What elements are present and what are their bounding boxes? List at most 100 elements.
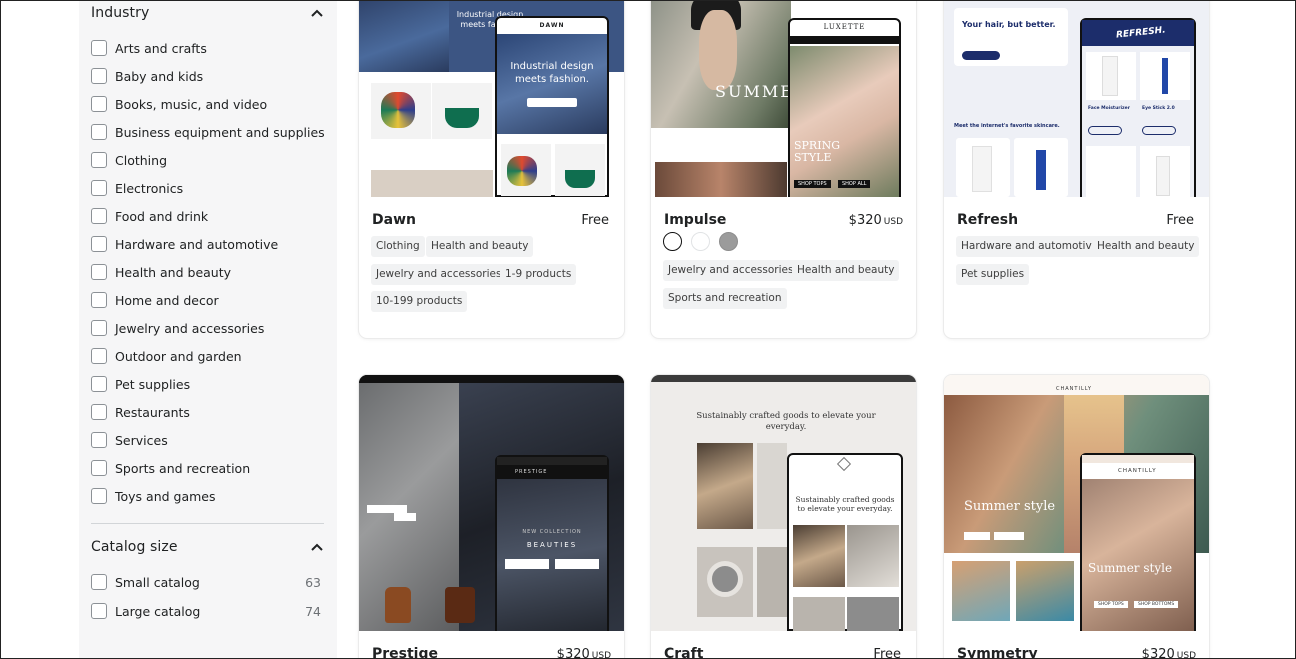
checkbox[interactable] — [91, 236, 107, 252]
catalog-size-filter: Catalog size Small catalog 63 Large cata… — [91, 534, 324, 619]
theme-preview-image[interactable]: Industrial design meets fashion. DAWN In… — [359, 0, 624, 197]
checkbox[interactable] — [91, 152, 107, 168]
industry-filter: Industry Arts and crafts Baby and kids Boo… — [91, 0, 325, 504]
theme-tag: Pet supplies — [956, 264, 1030, 285]
chevron-up-icon[interactable] — [310, 540, 324, 554]
filter-option-health-and-beauty[interactable]: Health and beauty — [91, 262, 324, 282]
theme-price: Free — [1166, 213, 1194, 228]
checkbox[interactable] — [91, 432, 107, 448]
theme-tag: Jewelry and accessories — [663, 260, 799, 281]
theme-name[interactable]: Symmetry — [957, 646, 1038, 659]
checkbox[interactable] — [91, 376, 107, 392]
theme-name[interactable]: Dawn — [372, 212, 416, 228]
preview-brand: DAWN — [539, 22, 565, 29]
color-swatch[interactable] — [719, 232, 738, 251]
filter-option-home-and-decor[interactable]: Home and decor — [91, 290, 324, 310]
checkbox[interactable] — [91, 460, 107, 476]
filter-option-clothing[interactable]: Clothing — [91, 150, 324, 170]
checkbox[interactable] — [91, 320, 107, 336]
filter-option-label: Baby and kids — [115, 68, 204, 84]
theme-card-dawn[interactable]: Industrial design meets fashion. DAWN In… — [359, 0, 624, 338]
checkbox[interactable] — [91, 68, 107, 84]
filter-option-label: Business equipment and supplies — [115, 124, 325, 140]
preview-brand: CHANTILLY — [1056, 386, 1092, 392]
theme-tag: Clothing — [371, 236, 425, 257]
filter-option-pet-supplies[interactable]: Pet supplies — [91, 374, 324, 394]
preview-brand: LUXETTE — [823, 23, 866, 31]
theme-tag: 10-199 products — [371, 291, 468, 312]
preview-product-name: Eye Stick 2.0 — [1142, 106, 1175, 111]
preview-headline: Sustainably crafted goods to elevate you… — [795, 495, 895, 513]
theme-preview-image[interactable]: Sustainably crafted goods to elevate you… — [651, 375, 916, 631]
checkbox[interactable] — [91, 574, 107, 590]
theme-card-impulse[interactable]: SUMMER LUXETTE SPRING STYLE SHOP TOPS SH… — [651, 0, 916, 338]
checkbox[interactable] — [91, 264, 107, 280]
filter-option-food-and-drink[interactable]: Food and drink — [91, 206, 324, 226]
filter-option-label: Outdoor and garden — [115, 348, 242, 364]
preview-button: SHOP ALL — [838, 180, 871, 188]
filter-option-large-catalog[interactable]: Large catalog 74 — [91, 601, 324, 621]
checkbox[interactable] — [91, 180, 107, 196]
preview-headline: BEAUTIES — [526, 541, 578, 549]
preview-headline: Summer style — [1088, 561, 1173, 575]
filter-option-business-equipment-and-supplies[interactable]: Business equipment and supplies — [91, 122, 325, 142]
filter-option-outdoor-and-garden[interactable]: Outdoor and garden — [91, 346, 324, 366]
catalog-size-filter-header[interactable]: Catalog size — [91, 534, 324, 560]
checkbox[interactable] — [91, 96, 107, 112]
filter-divider — [91, 523, 324, 524]
theme-name[interactable]: Refresh — [957, 212, 1018, 228]
theme-tag: Sports and recreation — [663, 288, 787, 309]
theme-preview-image[interactable]: CHANTILLY Summer style CHANTILLY Summer … — [944, 375, 1209, 631]
theme-card-prestige[interactable]: PRESTIGE NEW COLLECTION BEAUTIES Prestig… — [359, 375, 624, 659]
filter-option-label: Services — [115, 432, 168, 448]
filter-option-label: Health and beauty — [115, 264, 232, 280]
filter-option-sports-and-recreation[interactable]: Sports and recreation — [91, 458, 324, 478]
checkbox[interactable] — [91, 40, 107, 56]
chevron-up-icon[interactable] — [310, 6, 324, 20]
checkbox[interactable] — [91, 603, 107, 619]
checkbox[interactable] — [91, 348, 107, 364]
filter-option-label: Food and drink — [115, 208, 209, 224]
theme-price: $320 USD — [1141, 647, 1196, 659]
filter-option-jewelry-and-accessories[interactable]: Jewelry and accessories — [91, 318, 324, 338]
theme-card-refresh[interactable]: Your hair, but better. Meet the internet… — [944, 0, 1209, 338]
filter-option-hardware-and-automotive[interactable]: Hardware and automotive — [91, 234, 324, 254]
filter-option-toys-and-games[interactable]: Toys and games — [91, 486, 324, 506]
filter-option-label: Home and decor — [115, 292, 219, 308]
filter-option-count: 74 — [305, 603, 321, 619]
theme-preview-image[interactable]: SUMMER LUXETTE SPRING STYLE SHOP TOPS SH… — [651, 0, 916, 197]
theme-preview-image[interactable]: Your hair, but better. Meet the internet… — [944, 0, 1209, 197]
preview-headline: Industrial design meets fashion. — [510, 61, 594, 85]
preview-product-name: Face Moisturizer — [1088, 106, 1130, 111]
color-swatch-selected[interactable] — [663, 232, 682, 251]
filter-option-label: Books, music, and video — [115, 96, 268, 112]
filter-option-small-catalog[interactable]: Small catalog 63 — [91, 572, 324, 592]
theme-card-craft[interactable]: Sustainably crafted goods to elevate you… — [651, 375, 916, 659]
filter-sidebar: Industry Arts and crafts Baby and kids Boo… — [79, 0, 337, 659]
filter-option-count: 63 — [305, 574, 321, 590]
theme-preview-image[interactable]: PRESTIGE NEW COLLECTION BEAUTIES — [359, 375, 624, 631]
theme-price: $320 USD — [848, 213, 903, 228]
filter-option-electronics[interactable]: Electronics — [91, 178, 324, 198]
filter-option-restaurants[interactable]: Restaurants — [91, 402, 324, 422]
industry-filter-title: Industry — [91, 5, 150, 21]
checkbox[interactable] — [91, 124, 107, 140]
checkbox[interactable] — [91, 292, 107, 308]
theme-name[interactable]: Craft — [664, 646, 703, 659]
theme-price: Free — [581, 213, 609, 228]
filter-option-services[interactable]: Services — [91, 430, 324, 450]
preview-subtitle: NEW COLLECTION — [522, 529, 582, 535]
theme-name[interactable]: Prestige — [372, 646, 438, 659]
checkbox[interactable] — [91, 488, 107, 504]
color-swatch[interactable] — [691, 232, 710, 251]
filter-option-arts-and-crafts[interactable]: Arts and crafts — [91, 38, 324, 58]
checkbox[interactable] — [91, 208, 107, 224]
theme-card-symmetry[interactable]: CHANTILLY Summer style CHANTILLY Summer … — [944, 375, 1209, 659]
filter-option-books-music-and-video[interactable]: Books, music, and video — [91, 94, 324, 114]
theme-name[interactable]: Impulse — [664, 212, 726, 228]
checkbox[interactable] — [91, 404, 107, 420]
industry-filter-header[interactable]: Industry — [91, 0, 324, 26]
preview-brand: PRESTIGE — [515, 469, 548, 475]
filter-option-baby-and-kids[interactable]: Baby and kids — [91, 66, 324, 86]
preview-button: SHOP TOPS — [1094, 601, 1128, 608]
